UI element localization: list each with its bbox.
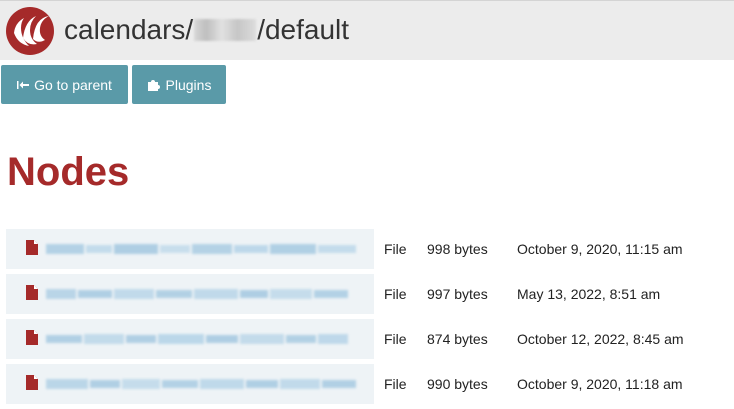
file-icon bbox=[26, 330, 38, 345]
page-title: calendars/ /default bbox=[64, 12, 349, 48]
app-logo-icon[interactable] bbox=[5, 6, 55, 56]
node-row: File 998 bytes October 9, 2020, 11:15 am bbox=[6, 229, 734, 269]
node-type: File bbox=[384, 376, 407, 392]
node-type: File bbox=[384, 286, 407, 302]
redacted-username bbox=[194, 19, 257, 41]
node-size: 998 bytes bbox=[427, 241, 488, 257]
node-row: File 997 bytes May 13, 2022, 8:51 am bbox=[6, 274, 734, 314]
nodes-heading: Nodes bbox=[7, 150, 130, 194]
page-header: calendars/ /default bbox=[0, 0, 734, 60]
file-icon bbox=[26, 285, 38, 300]
node-name-cell[interactable] bbox=[6, 229, 374, 269]
node-name-cell[interactable] bbox=[6, 274, 374, 314]
node-modified: October 9, 2020, 11:15 am bbox=[517, 241, 683, 257]
arrow-left-bar-icon bbox=[17, 80, 30, 90]
title-prefix: calendars/ bbox=[64, 14, 194, 45]
file-icon bbox=[26, 375, 38, 390]
node-type: File bbox=[384, 331, 407, 347]
node-row: File 990 bytes October 9, 2020, 11:18 am bbox=[6, 364, 734, 404]
go-to-parent-button[interactable]: Go to parent bbox=[1, 65, 128, 104]
node-type: File bbox=[384, 241, 407, 257]
node-size: 990 bytes bbox=[427, 376, 488, 392]
node-modified: October 9, 2020, 11:18 am bbox=[517, 376, 683, 392]
plugins-button[interactable]: Plugins bbox=[132, 65, 226, 104]
node-row: File 874 bytes October 12, 2022, 8:45 am bbox=[6, 319, 734, 359]
node-size: 874 bytes bbox=[427, 331, 488, 347]
redacted-filename[interactable] bbox=[46, 333, 348, 345]
go-to-parent-label: Go to parent bbox=[34, 76, 112, 93]
node-size: 997 bytes bbox=[427, 286, 488, 302]
redacted-filename[interactable] bbox=[46, 243, 356, 255]
node-modified: May 13, 2022, 8:51 am bbox=[517, 286, 661, 302]
redacted-filename[interactable] bbox=[46, 288, 348, 300]
node-name-cell[interactable] bbox=[6, 364, 374, 404]
redacted-filename[interactable] bbox=[46, 378, 356, 390]
node-modified: October 12, 2022, 8:45 am bbox=[517, 331, 684, 347]
title-suffix: /default bbox=[257, 14, 350, 45]
node-name-cell[interactable] bbox=[6, 319, 374, 359]
plugins-label: Plugins bbox=[165, 76, 212, 93]
file-icon bbox=[26, 240, 38, 255]
puzzle-icon bbox=[147, 78, 161, 92]
